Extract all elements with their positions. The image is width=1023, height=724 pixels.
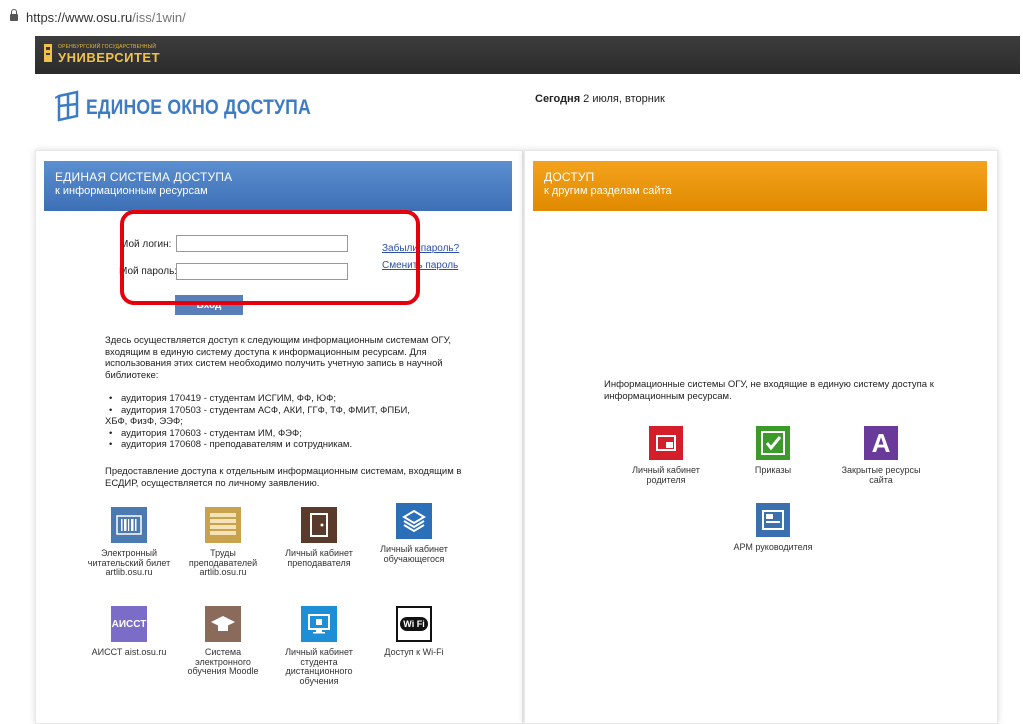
panel-title: ДОСТУП <box>544 170 595 184</box>
tile-distance-student[interactable]: Личный кабинет студента дистанционного о… <box>274 606 364 686</box>
university-logo-icon <box>44 44 52 62</box>
tile-reader-ticket[interactable]: Электронный читательский билет artlib.os… <box>84 507 174 578</box>
list-item: аудитория 170503 - студентам АСФ, АКИ, Г… <box>105 405 465 417</box>
tile-label: Закрытые ресурсы сайта <box>841 465 921 485</box>
books-icon <box>205 507 241 543</box>
auditorium-list: аудитория 170419 - студентам ИСГИМ, ФФ, … <box>105 393 465 451</box>
tile-teacher-cabinet[interactable]: Личный кабинет преподавателя <box>274 507 364 568</box>
tile-label: Личный кабинет обучающегося <box>380 544 448 564</box>
tile-student-cabinet[interactable]: Личный кабинет обучающегося <box>369 503 459 564</box>
university-name[interactable]: УНИВЕРСИТЕТ <box>58 50 160 65</box>
tile-label: АРМ руководителя <box>733 542 813 552</box>
access-description: Здесь осуществляется доступ к следующим … <box>105 335 452 381</box>
arm-icon <box>756 503 790 537</box>
list-item: аудитория 170419 - студентам ИСГИМ, ФФ, … <box>105 393 465 405</box>
tile-label: Труды преподавателей artlib.osu.ru <box>188 548 258 577</box>
tile-label: АИССТ aist.osu.ru <box>91 647 167 657</box>
panel-title: ЕДИНАЯ СИСТЕМА ДОСТУПА <box>55 170 233 184</box>
other-sections-header: ДОСТУП к другим разделам сайта <box>533 161 987 211</box>
tile-label: Система электронного обучения Moodle <box>187 647 259 676</box>
today-date: Сегодня 2 июля, вторник <box>535 93 665 105</box>
checkmark-icon <box>756 426 790 460</box>
site-top-bar: ОРЕНБУРГСКИЙ ГОСУДАРСТВЕННЫЙ УНИВЕРСИТЕТ <box>35 36 1020 74</box>
tile-label: Личный кабинет родителя <box>632 465 700 485</box>
parent-cabinet-icon <box>649 426 683 460</box>
tile-wifi[interactable]: Wi Fi Доступ к Wi-Fi <box>369 606 459 658</box>
barcode-icon <box>111 507 147 543</box>
lock-icon <box>10 9 18 21</box>
tile-label: Электронный читательский билет artlib.os… <box>87 548 171 577</box>
list-item: ХБФ, ФизФ, ЭЭФ; <box>105 416 183 427</box>
graduation-cap-icon <box>205 606 241 642</box>
tile-closed-resources[interactable]: A Закрытые ресурсы сайта <box>836 426 926 485</box>
tile-orders[interactable]: Приказы <box>728 426 818 476</box>
unified-access-header: ЕДИНАЯ СИСТЕМА ДОСТУПА к информационным … <box>44 161 512 211</box>
tile-label: Приказы <box>754 465 792 475</box>
layers-icon <box>396 503 432 539</box>
tile-aisst[interactable]: АИССТ АИССТ aist.osu.ru <box>84 606 174 658</box>
tile-parent-cabinet[interactable]: Личный кабинет родителя <box>621 426 711 485</box>
tile-teacher-works[interactable]: Труды преподавателей artlib.osu.ru <box>178 507 268 578</box>
aisst-icon: АИССТ <box>111 606 147 642</box>
panel-subtitle: к информационным ресурсам <box>55 185 208 197</box>
url-text[interactable]: https://www.osu.ru/iss/1win/ <box>26 10 186 25</box>
highlight-annotation <box>120 210 420 305</box>
unified-access-panel: ЕДИНАЯ СИСТЕМА ДОСТУПА к информационным … <box>35 150 523 724</box>
list-item: аудитория 170608 - преподавателям и сотр… <box>105 439 465 451</box>
other-sections-panel: ДОСТУП к другим разделам сайта Информаци… <box>524 150 998 724</box>
personal-statement-note: Предоставление доступа к отдельным инфор… <box>105 466 462 489</box>
panel-subtitle: к другим разделам сайта <box>544 185 672 197</box>
portal-title: ЕДИНОЕ ОКНО ДОСТУПА <box>86 96 311 119</box>
list-item: аудитория 170603 - студентам ИМ, ФЭФ; <box>105 428 465 440</box>
single-window-logo-icon <box>55 90 79 122</box>
tile-arm-manager[interactable]: АРМ руководителя <box>728 503 818 553</box>
tile-moodle[interactable]: Система электронного обучения Moodle <box>178 606 268 677</box>
wifi-icon: Wi Fi <box>396 606 432 642</box>
monitor-icon <box>301 606 337 642</box>
browser-address-bar[interactable]: https://www.osu.ru/iss/1win/ <box>0 0 1023 34</box>
door-icon <box>301 507 337 543</box>
tile-label: Доступ к Wi-Fi <box>384 647 444 657</box>
tile-label: Личный кабинет преподавателя <box>285 548 353 568</box>
closed-resources-icon: A <box>864 426 898 460</box>
other-systems-description: Информационные системы ОГУ, не входящие … <box>604 379 934 402</box>
tile-label: Личный кабинет студента дистанционного о… <box>285 647 353 686</box>
